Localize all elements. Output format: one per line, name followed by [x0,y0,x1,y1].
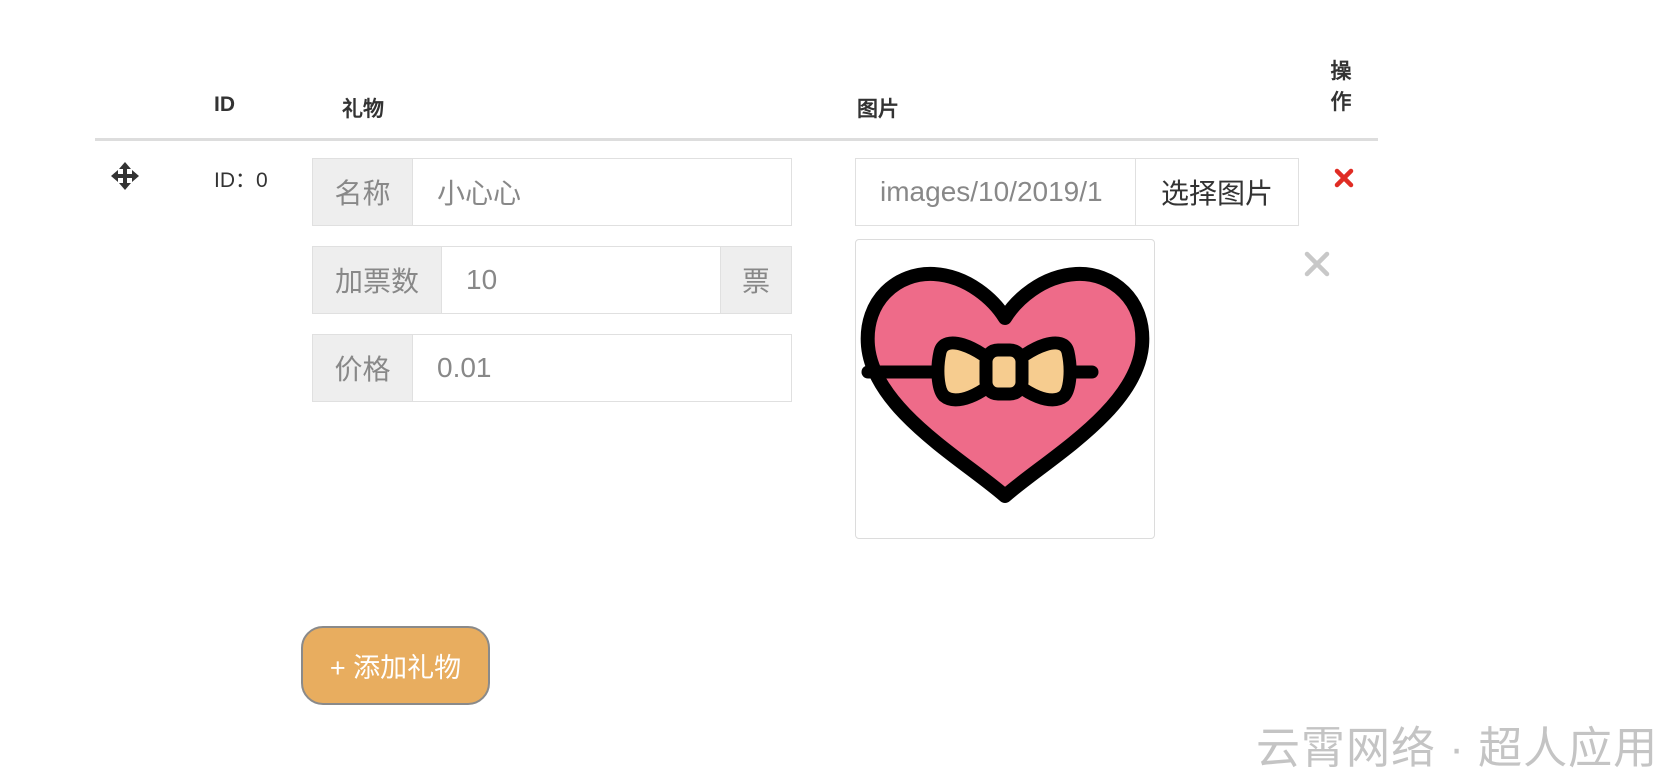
price-input-group: 价格 0.01 [312,334,792,402]
column-header-image: 图片 [857,98,899,121]
move-arrows-icon[interactable] [111,162,139,190]
image-path-input[interactable]: images/10/2019/1 [856,159,1135,225]
watermark: 云霄网络 · 超人应用 [1256,724,1659,773]
votes-unit: 票 [720,247,791,313]
heart-gift-icon [860,266,1150,503]
price-label: 价格 [313,335,413,401]
select-image-button[interactable]: 选择图片 [1135,159,1298,225]
add-gift-button[interactable]: + 添加礼物 [301,626,490,705]
remove-image-icon[interactable] [1304,251,1330,277]
delete-row-icon[interactable] [1334,168,1354,188]
row-id: ID：0 [214,169,268,192]
header-divider [95,138,1378,141]
image-input-group: images/10/2019/1 选择图片 [855,158,1299,226]
column-header-operation: 操 作 [1327,56,1355,118]
votes-label: 加票数 [313,247,442,313]
name-input-group: 名称 小心心 [312,158,792,226]
column-header-operation-line2: 作 [1330,91,1352,114]
column-header-gift: 礼物 [342,98,384,121]
votes-input[interactable]: 10 [442,247,720,313]
name-label: 名称 [313,159,413,225]
name-input[interactable]: 小心心 [413,159,791,225]
price-input[interactable]: 0.01 [413,335,791,401]
column-header-operation-line1: 操 [1330,60,1352,83]
votes-input-group: 加票数 10 票 [312,246,792,314]
image-thumbnail [855,239,1155,539]
column-header-id: ID [214,93,235,116]
